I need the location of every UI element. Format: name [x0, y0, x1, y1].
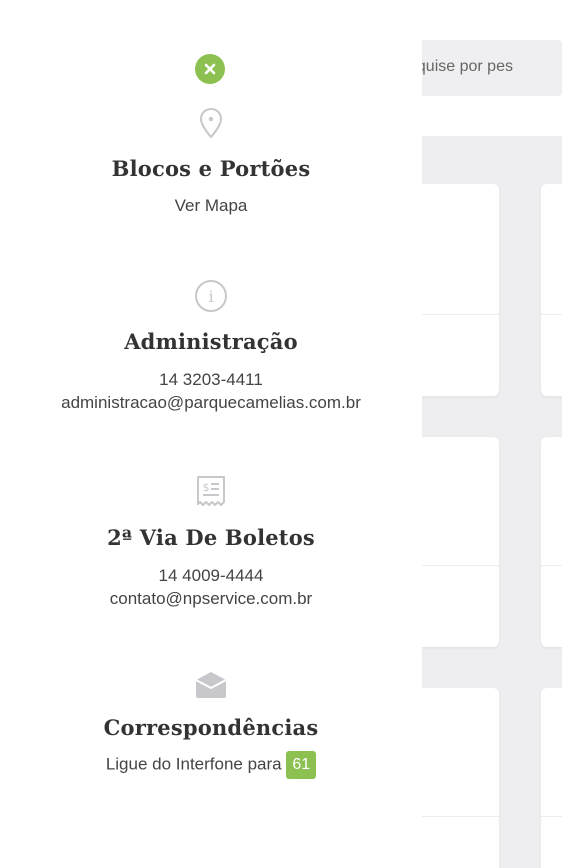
info-icon: i: [195, 280, 227, 312]
email-link[interactable]: administracao@parquecamelias.com.br: [0, 391, 422, 414]
interfone-text: Ligue do Interfone para: [105, 754, 282, 774]
card[interactable]: [541, 184, 562, 396]
map-link[interactable]: Ver Mapa: [0, 194, 422, 217]
section-administracao: i Administração 14 3203-4411 administrac…: [0, 278, 422, 414]
section-blocos: Blocos e Portões Ver Mapa: [0, 106, 422, 217]
envelope-open-icon: [195, 672, 227, 698]
section-title: Administração: [124, 329, 298, 354]
card[interactable]: [541, 437, 562, 647]
close-button[interactable]: [195, 54, 225, 84]
close-icon: [204, 63, 216, 75]
section-title: Blocos e Portões: [111, 156, 311, 181]
interfone-info: Ligue do Interfone para 61: [0, 751, 422, 779]
app-content: [400, 136, 562, 868]
card[interactable]: [541, 688, 562, 868]
app-header: esquise por pes: [400, 0, 562, 136]
section-title: Correspondências: [103, 715, 319, 740]
receipt-icon: $: [197, 476, 225, 506]
info-drawer: Blocos e Portões Ver Mapa i Administraçã…: [0, 0, 422, 868]
svg-text:$: $: [203, 481, 210, 494]
section-title: 2ª Via De Boletos: [107, 525, 315, 550]
section-correspondencias: Correspondências Ligue do Interfone para…: [0, 670, 422, 779]
search-input[interactable]: esquise por pes: [400, 40, 562, 96]
email-link[interactable]: contato@npservice.com.br: [0, 587, 422, 610]
section-boletos: $ 2ª Via De Boletos 14 4009-4444 contato…: [0, 474, 422, 610]
interfone-badge: 61: [286, 751, 317, 779]
phone-number[interactable]: 14 3203-4411: [0, 368, 422, 391]
svg-text:i: i: [208, 287, 213, 306]
location-pin-icon: [199, 107, 223, 139]
phone-number[interactable]: 14 4009-4444: [0, 564, 422, 587]
